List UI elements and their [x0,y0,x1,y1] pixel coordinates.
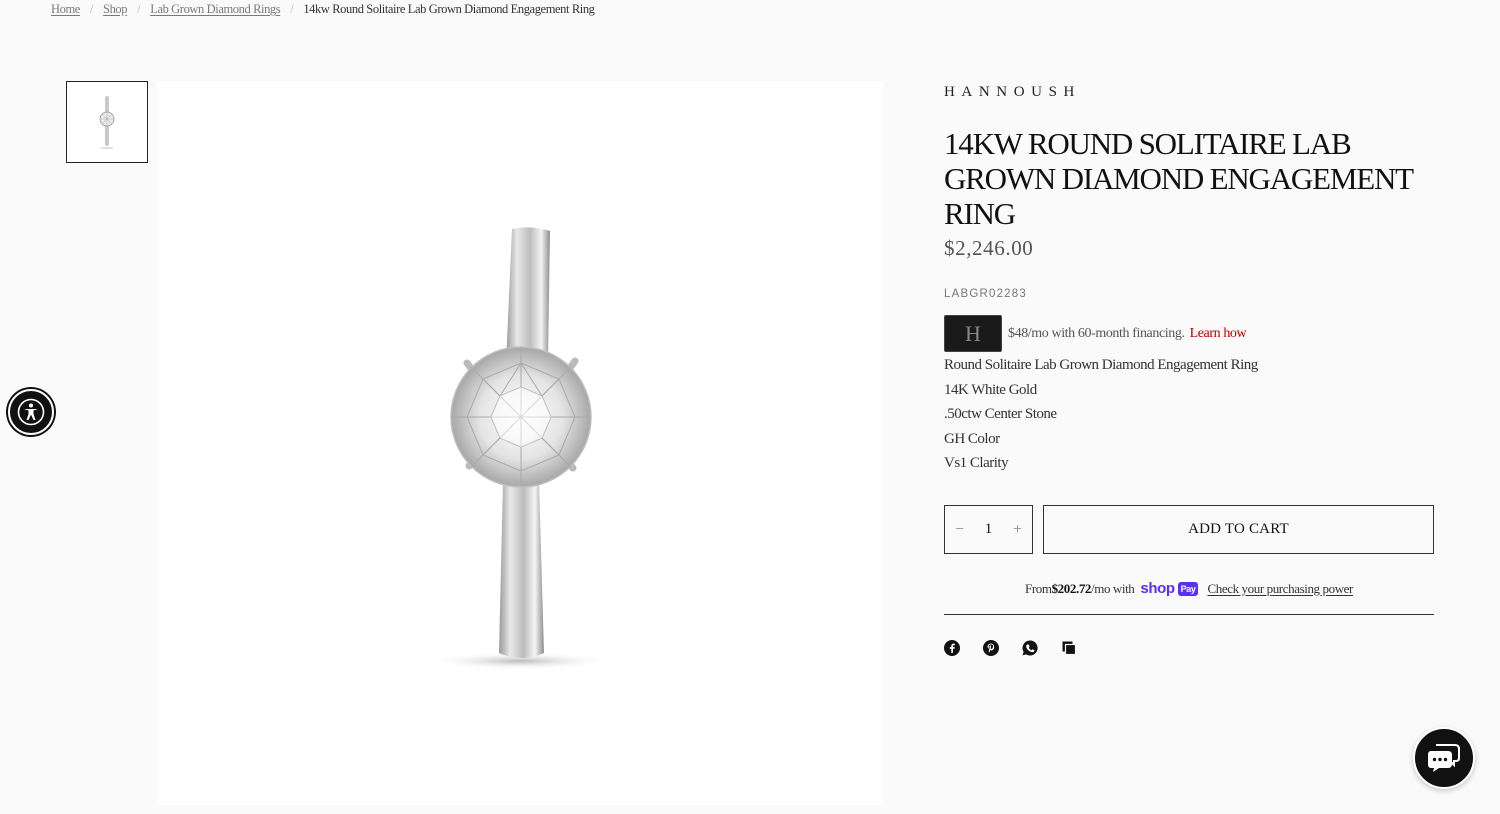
breadcrumb-separator: / [89,2,94,16]
product-main-image[interactable] [157,81,883,805]
shoppay-purchasing-power-link[interactable]: Check your purchasing power [1207,581,1353,597]
breadcrumb: Home / Shop / Lab Grown Diamond Rings / … [51,2,595,17]
quantity-value[interactable]: 1 [985,521,993,538]
financing-text: $48/mo with 60-month financing. [1008,325,1185,341]
shoppay-installments: From $202.72 /mo with shop Pay Check you… [944,580,1434,597]
breadcrumb-separator: / [137,2,141,16]
shoppay-logo-text: shop [1140,580,1175,597]
breadcrumb-separator: / [290,2,294,16]
financing-row: H $48/mo with 60-month financing. Learn … [944,315,1247,352]
detail-line: GH Color [944,430,1000,447]
shoppay-amount: $202.72 [1051,580,1092,596]
product-thumbnail[interactable] [66,81,148,163]
whatsapp-icon[interactable] [1022,640,1038,656]
shoppay-suffix: /mo with [1091,580,1135,596]
product-details: Round Solitaire Lab Grown Diamond Engage… [944,353,1258,476]
financing-card-logo: H [965,320,981,346]
copy-link-icon[interactable] [1061,640,1077,656]
ring-image [425,227,615,670]
detail-line: .50ctw Center Stone [944,406,1057,422]
breadcrumb-home-link[interactable]: Home [51,2,80,17]
product-title: 14KW ROUND SOLITAIRE LAB GROWN DIAMOND E… [944,126,1414,231]
accessibility-icon [17,398,45,426]
financing-learn-how-link[interactable]: Learn how [1190,326,1247,342]
detail-line: 14K White Gold [944,381,1037,398]
accessibility-button[interactable] [8,389,54,435]
product-price: $2,246.00 [944,236,1034,260]
divider [944,614,1434,615]
breadcrumb-shop-link[interactable]: Shop [103,2,128,17]
quantity-increase-button[interactable]: + [1013,521,1022,539]
detail-line: Vs1 Clarity [944,455,1009,471]
shoppay-logo: shop Pay [1140,580,1199,597]
add-to-cart-button[interactable]: ADD TO CART [1043,505,1434,554]
breadcrumb-current: 14kw Round Solitaire Lab Grown Diamond E… [303,2,595,16]
quantity-stepper: − 1 + [944,505,1033,554]
quantity-decrease-button[interactable]: − [955,521,964,539]
share-icons [944,640,1077,656]
detail-line: Round Solitaire Lab Grown Diamond Engage… [944,357,1258,373]
shoppay-prefix: From [1024,580,1052,596]
financing-card-image: H [944,315,1002,352]
breadcrumb-category-link[interactable]: Lab Grown Diamond Rings [150,2,280,17]
pinterest-icon[interactable] [983,640,999,656]
ring-thumbnail-image [99,96,115,149]
product-sku: LABGR02283 [944,288,1027,300]
facebook-icon[interactable] [944,640,960,656]
brand-name: HANNOUSH [944,84,1081,100]
shoppay-logo-pay: Pay [1177,581,1199,596]
chat-button[interactable] [1413,727,1475,789]
chat-icon [1428,744,1460,772]
